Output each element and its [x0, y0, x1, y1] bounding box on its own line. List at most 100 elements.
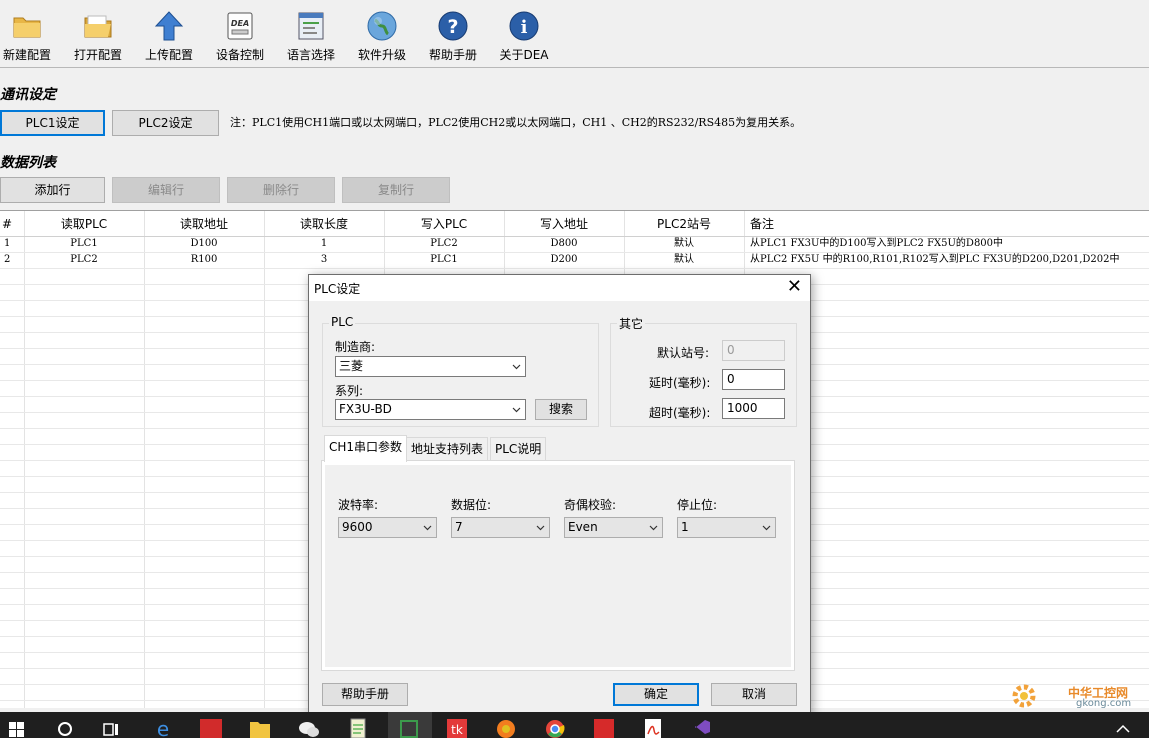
table-cell: D100 [190, 238, 218, 249]
chevron-up-icon[interactable] [1112, 716, 1134, 738]
databits-select[interactable]: 7 [451, 517, 550, 538]
language-select-button[interactable]: 语言选择 [278, 8, 344, 64]
other-group-title: 其它 [617, 315, 646, 332]
notepad-icon[interactable] [347, 716, 369, 738]
column-header[interactable]: 读取PLC [24, 211, 144, 237]
search-button[interactable]: 搜索 [535, 399, 587, 420]
toolbar-label: 关于DEA [499, 48, 549, 62]
tab-address-support[interactable]: 地址支持列表 [406, 437, 489, 461]
table-cell: 从PLC1 FX3U中的D100写入到PLC2 FX5U的D800中 [750, 238, 1004, 249]
new-config-button[interactable]: 新建配置 [0, 8, 60, 64]
device-control-button[interactable]: DEA 设备控制 [207, 8, 273, 64]
dialog-help-button[interactable]: 帮助手册 [322, 683, 408, 706]
table-cell: PLC2 [70, 254, 98, 265]
ok-button[interactable]: 确定 [613, 683, 699, 706]
column-header[interactable]: 读取地址 [144, 211, 264, 237]
upload-config-button[interactable]: 上传配置 [136, 8, 202, 64]
column-header[interactable]: PLC2站号 [624, 211, 744, 237]
copy-row-button[interactable]: 复制行 [342, 177, 450, 203]
column-header[interactable]: 备注 [750, 211, 774, 237]
stopbits-label: 停止位: [677, 498, 718, 512]
chevron-down-icon [512, 364, 521, 370]
chrome-icon[interactable] [544, 716, 566, 738]
dialog-title: PLC设定 [314, 282, 361, 296]
toolbar-label: 语言选择 [286, 48, 335, 62]
timeout-field[interactable]: 1000 [722, 398, 785, 419]
timeout-label: 超时(毫秒): [649, 406, 711, 420]
column-header[interactable]: 写入PLC [384, 211, 504, 237]
toolbar-label: 新建配置 [2, 48, 51, 62]
tab-plc-description[interactable]: PLC说明 [490, 437, 547, 461]
folder-open-icon [84, 15, 112, 38]
add-row-button[interactable]: 添加行 [0, 177, 105, 203]
task-view-icon[interactable] [100, 716, 122, 738]
chevron-down-icon [536, 525, 545, 531]
firefox-icon[interactable] [495, 716, 517, 738]
help-manual-button[interactable]: ? 帮助手册 [420, 8, 486, 64]
dialog-titlebar[interactable]: PLC设定 ✕ [309, 275, 810, 301]
visual-studio-icon[interactable] [691, 716, 713, 738]
table-cell: D200 [550, 254, 578, 265]
toolbar-label: 软件升级 [357, 48, 406, 62]
plc1-settings-button[interactable]: PLC1设定 [0, 110, 105, 136]
windows-start-icon[interactable] [6, 716, 28, 738]
column-header[interactable]: # [0, 211, 14, 237]
delay-label: 延时(毫秒): [649, 376, 711, 390]
chevron-down-icon [649, 525, 658, 531]
search-icon[interactable] [54, 716, 76, 738]
software-upgrade-button[interactable]: 软件升级 [349, 8, 415, 64]
table-cell: 1 [320, 238, 328, 249]
databits-value: 7 [455, 520, 463, 534]
watermark-url: gkong.com [1076, 698, 1132, 709]
open-config-button[interactable]: 打开配置 [65, 8, 131, 64]
manufacturer-value: 三菱 [339, 359, 364, 373]
app-red-icon[interactable] [593, 716, 615, 738]
tab-ch1-serial[interactable]: CH1串口参数 [324, 435, 408, 462]
file-explorer-icon[interactable] [249, 716, 271, 738]
plc-group-title: PLC [329, 315, 356, 329]
dea-app-icon[interactable] [398, 716, 420, 738]
parity-label: 奇偶校验: [564, 498, 617, 512]
baud-value: 9600 [342, 520, 373, 534]
column-header[interactable]: 写入地址 [504, 211, 624, 237]
toolbar-label: 打开配置 [73, 48, 122, 62]
help-icon: ? [438, 11, 468, 41]
edit-row-button[interactable]: 编辑行 [112, 177, 220, 203]
chevron-down-icon [762, 525, 771, 531]
watermark-logo: 中华工控网 gkong.com [1010, 680, 1145, 710]
databits-label: 数据位: [451, 498, 492, 512]
about-dea-button[interactable]: i 关于DEA [491, 8, 557, 64]
series-value: FX3U-BD [339, 402, 392, 416]
stopbits-select[interactable]: 1 [677, 517, 776, 538]
baud-select[interactable]: 9600 [338, 517, 437, 538]
series-label: 系列: [335, 384, 364, 398]
edge-browser-icon[interactable]: e [152, 716, 174, 738]
close-icon[interactable]: ✕ [787, 277, 802, 297]
manufacturer-select[interactable]: 三菱 [335, 356, 526, 377]
table-cell: 从PLC2 FX5U 中的R100,R101,R102写入到PLC FX3U的D… [750, 254, 1120, 265]
column-header[interactable]: 读取长度 [264, 211, 384, 237]
upload-arrow-icon [154, 11, 184, 41]
table-cell: 默认 [674, 254, 694, 265]
cancel-button[interactable]: 取消 [711, 683, 797, 706]
other-group: 其它 默认站号: 0 延时(毫秒): 0 超时(毫秒): 1000 [610, 315, 797, 427]
chevron-down-icon [512, 407, 521, 413]
series-select[interactable]: FX3U-BD [335, 399, 526, 420]
wechat-icon[interactable] [298, 716, 320, 738]
default-station-field[interactable]: 0 [722, 340, 785, 361]
toolbar-label: 帮助手册 [428, 48, 477, 62]
svg-text:e: e [157, 717, 169, 738]
parity-value: Even [568, 520, 598, 534]
pdf-reader-icon[interactable] [642, 716, 664, 738]
parity-select[interactable]: Even [564, 517, 663, 538]
delay-field[interactable]: 0 [722, 369, 785, 390]
folder-new-icon [13, 17, 41, 38]
table-cell: PLC2 [430, 238, 458, 249]
youdao-icon[interactable] [200, 716, 222, 738]
svg-text:tk: tk [451, 723, 463, 737]
baud-label: 波特率: [338, 498, 379, 512]
serial-params-panel: 波特率: 9600 数据位: 7 奇偶校验: Even 停止位: 1 [321, 460, 795, 671]
app-red-icon[interactable]: tk [446, 716, 468, 738]
plc2-settings-button[interactable]: PLC2设定 [112, 110, 219, 136]
delete-row-button[interactable]: 删除行 [227, 177, 335, 203]
